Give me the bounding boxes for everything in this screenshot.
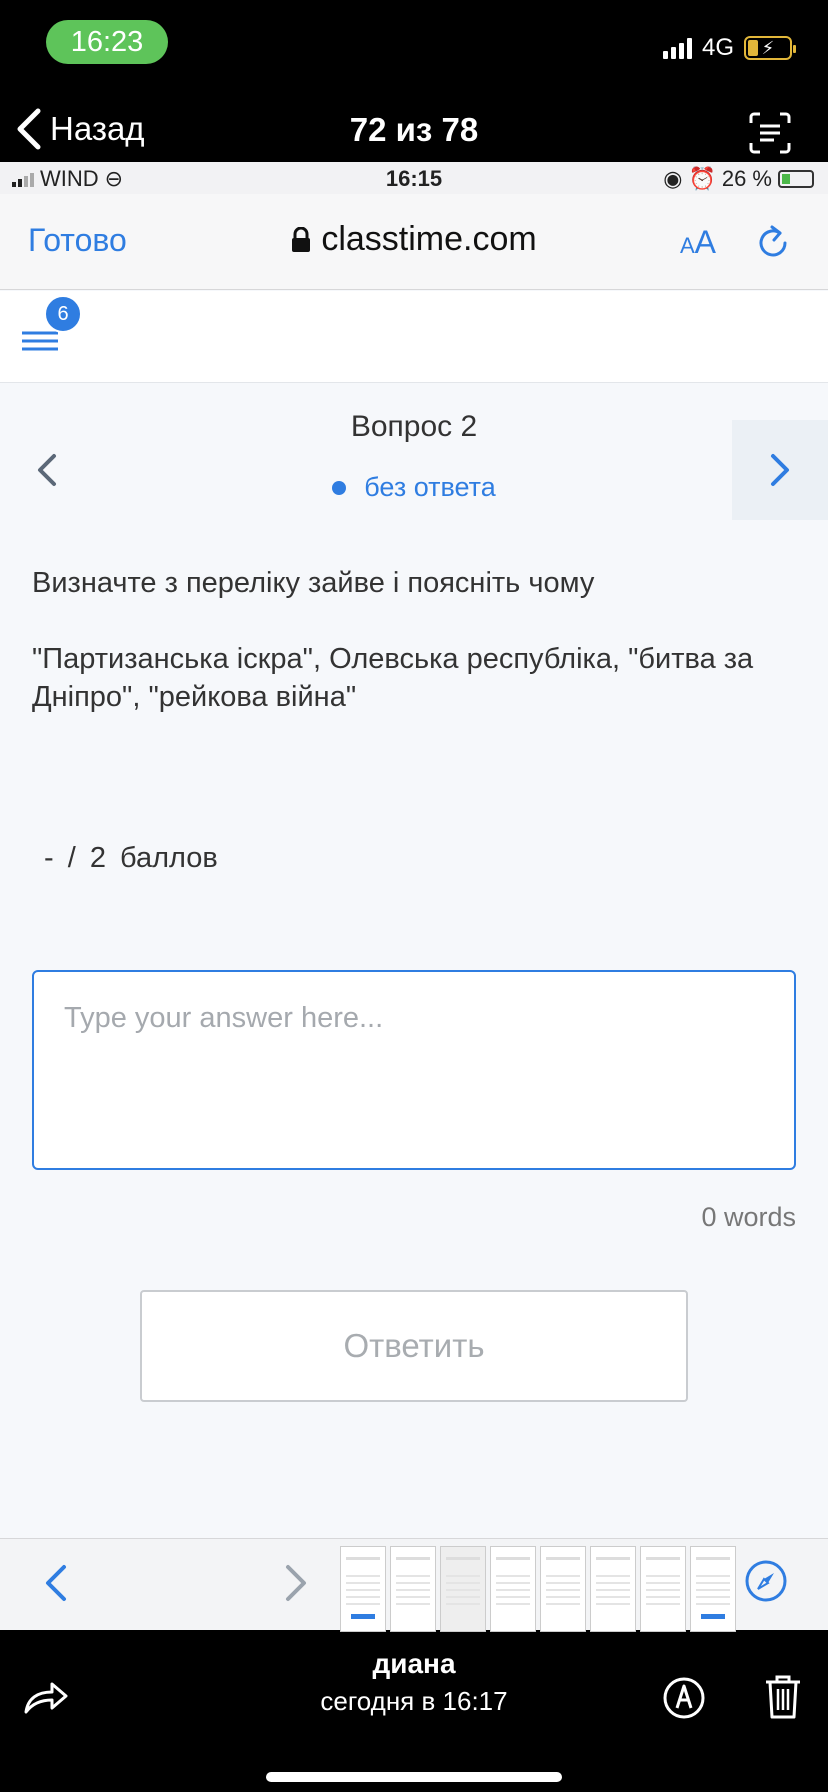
inner-status-bar: WIND ⊖ 16:15 ◉ ⏰ 26 % bbox=[0, 162, 828, 194]
live-text-icon[interactable] bbox=[748, 111, 792, 155]
thumbnail[interactable] bbox=[590, 1546, 636, 1632]
photo-counter: 72 из 78 bbox=[349, 111, 479, 148]
trash-icon[interactable] bbox=[764, 1674, 802, 1720]
thumbnail[interactable] bbox=[440, 1546, 486, 1632]
compass-icon[interactable] bbox=[744, 1559, 788, 1603]
photo-viewer-nav: Назад 72 из 78 bbox=[0, 95, 828, 165]
thumbnail[interactable] bbox=[540, 1546, 586, 1632]
next-question-button[interactable] bbox=[732, 420, 828, 520]
word-count: 0 words bbox=[701, 1202, 796, 1232]
inner-battery-icon bbox=[778, 170, 814, 188]
screenshot-content: WIND ⊖ 16:15 ◉ ⏰ 26 % Готово classtime.c… bbox=[0, 162, 828, 1630]
chevron-right-icon bbox=[771, 454, 789, 486]
status-time: 16:23 bbox=[46, 20, 168, 64]
markup-icon[interactable] bbox=[662, 1676, 706, 1720]
app-header: 6 bbox=[0, 291, 828, 383]
question-title: Вопрос 2 bbox=[350, 410, 478, 443]
thumbnail[interactable] bbox=[490, 1546, 536, 1632]
submit-button[interactable]: Ответить bbox=[140, 1290, 688, 1402]
browser-back-icon[interactable] bbox=[40, 1561, 72, 1605]
url-text: classtime.com bbox=[321, 220, 537, 258]
thumbnail[interactable] bbox=[390, 1546, 436, 1632]
notification-badge: 6 bbox=[44, 295, 82, 333]
device-status-bar: 16:23 4G ⚡ bbox=[0, 0, 828, 95]
browser-forward-icon[interactable] bbox=[280, 1561, 312, 1605]
question-status: без ответа bbox=[0, 472, 828, 503]
reload-icon[interactable] bbox=[754, 224, 792, 262]
thumbnail[interactable] bbox=[340, 1546, 386, 1632]
thumbnail[interactable] bbox=[690, 1546, 736, 1632]
alarm-icon: ⏰ bbox=[688, 166, 716, 191]
points-indicator: - / 2 баллов bbox=[44, 842, 218, 874]
network-type: 4G bbox=[701, 34, 734, 61]
hamburger-menu-icon[interactable] bbox=[22, 327, 58, 355]
lock-icon bbox=[292, 226, 311, 252]
question-prompt: Визначте з переліку зайве і поясніть чом… bbox=[32, 567, 595, 599]
reader-settings-button[interactable]: AA bbox=[680, 224, 716, 261]
aa-small-glyph: A bbox=[679, 233, 695, 258]
thumbnail[interactable] bbox=[640, 1546, 686, 1632]
cellular-signal-icon bbox=[662, 37, 692, 59]
status-indicators: 4G ⚡ bbox=[662, 34, 796, 62]
battery-percent: 26 % bbox=[721, 166, 772, 191]
aa-large-glyph: A bbox=[694, 224, 716, 260]
answer-field[interactable] bbox=[32, 970, 796, 1170]
home-indicator[interactable] bbox=[266, 1772, 562, 1782]
status-label: без ответа bbox=[364, 472, 496, 502]
browser-top-bar: Готово classtime.com AA bbox=[0, 194, 828, 290]
answer-textarea[interactable] bbox=[64, 1002, 764, 1138]
thumbnail-strip[interactable] bbox=[340, 1546, 736, 1632]
battery-icon: ⚡ bbox=[744, 36, 796, 60]
question-items: "Партизанська іскра", Олевська республік… bbox=[32, 643, 754, 713]
status-dot-icon bbox=[332, 480, 347, 495]
rotation-lock-icon: ◉ bbox=[663, 166, 683, 191]
photo-viewer-toolbar: диана сегодня в 16:17 bbox=[0, 1632, 828, 1792]
